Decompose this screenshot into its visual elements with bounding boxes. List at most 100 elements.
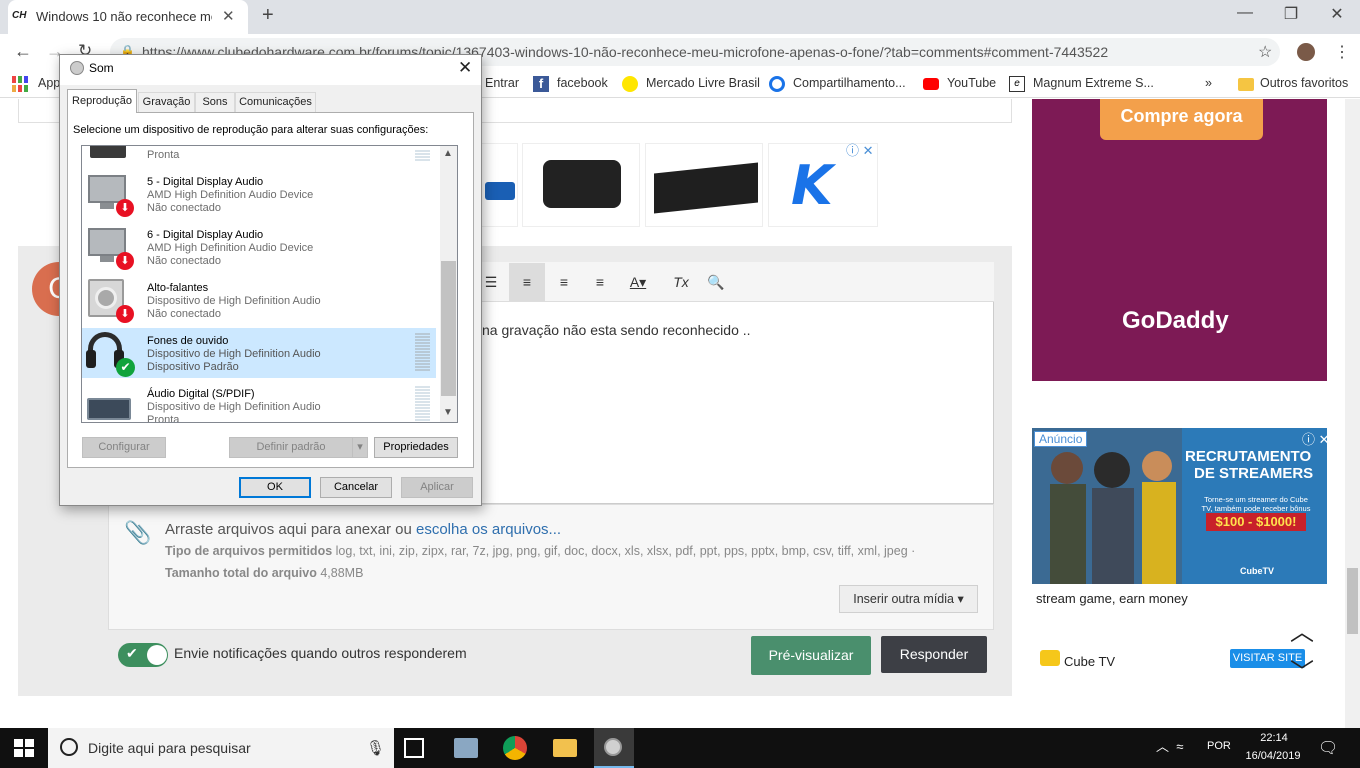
buy-now-button[interactable]: Compre agora: [1100, 99, 1263, 140]
align-right-icon[interactable]: ≡: [582, 274, 618, 290]
insert-media-button[interactable]: Inserir outra mídia ▾: [839, 585, 978, 613]
align-left-icon[interactable]: ≡: [509, 274, 545, 290]
preview-doc-icon[interactable]: 🔍: [698, 274, 734, 291]
more-bookmarks-icon[interactable]: »: [1205, 76, 1212, 90]
page-scrollbar-thumb[interactable]: [1347, 568, 1358, 634]
ad-info-icon[interactable]: ⓘ ✕: [1302, 429, 1330, 448]
new-tab-icon[interactable]: +: [262, 4, 274, 27]
editor-content[interactable]: na gravação não esta sendo reconhecido .…: [482, 322, 751, 338]
facebook-icon: f: [533, 76, 549, 92]
ad-headline-2: DE STREAMERS: [1194, 465, 1314, 482]
allowed-types: Tipo de arquivos permitidos log, txt, in…: [165, 544, 915, 558]
task-manager-icon[interactable]: [454, 738, 478, 758]
configure-button[interactable]: Configurar: [82, 437, 166, 458]
file-explorer-icon[interactable]: [553, 739, 577, 757]
clock-date[interactable]: 16/04/2019: [1240, 750, 1306, 762]
godaddy-ad[interactable]: [1032, 99, 1327, 381]
tab-close-icon[interactable]: ✕: [222, 7, 235, 25]
scroll-up-icon[interactable]: ▲: [443, 148, 453, 159]
ok-button[interactable]: OK: [239, 477, 311, 498]
attach-text: Arraste arquivos aqui para anexar ou: [165, 521, 416, 538]
device-name: 5 - Digital Display Audio: [147, 176, 264, 188]
device-name: 6 - Digital Display Audio: [147, 229, 264, 241]
ad-badge: Anúncio: [1034, 431, 1088, 447]
allowed-types-label: Tipo de arquivos permitidos: [165, 544, 333, 558]
notification-icon[interactable]: 🗨: [1318, 738, 1338, 758]
menu-icon[interactable]: ⋮: [1334, 42, 1350, 62]
microphone-icon[interactable]: 🎙: [366, 739, 385, 757]
arrow-down-icon: ⬇: [116, 305, 134, 323]
notify-label: Envie notificações quando outros respond…: [174, 645, 467, 661]
speaker-icon: [604, 738, 622, 756]
reply-button[interactable]: Responder: [881, 636, 987, 673]
windows-start-icon[interactable]: [14, 739, 34, 757]
bookmark-facebook[interactable]: facebook: [557, 76, 608, 90]
ad-headline-1: RECRUTAMENTO: [1185, 448, 1312, 465]
taskbar-search-placeholder[interactable]: Digite aqui para pesquisar: [88, 740, 251, 756]
total-size-value: 4,88MB: [316, 566, 364, 580]
clear-format-icon[interactable]: Tx: [663, 274, 699, 290]
arrow-down-icon: ⬇: [116, 252, 134, 270]
set-default-button[interactable]: Definir padrão: [229, 437, 353, 458]
bookmark-apps[interactable]: App: [38, 76, 60, 90]
window-close-icon[interactable]: ✕: [1314, 4, 1360, 24]
set-default-dropdown-icon[interactable]: ▾: [352, 437, 368, 458]
ad-brand: CubeTV: [1240, 566, 1275, 576]
scroll-down-icon[interactable]: ▼: [443, 407, 453, 418]
dialog-close-icon[interactable]: ✕: [458, 58, 472, 78]
device-list-scroll-thumb[interactable]: [441, 261, 456, 396]
check-icon: ✔: [116, 358, 135, 377]
bookmark-youtube[interactable]: YouTube: [947, 76, 996, 90]
bookmark-entrar[interactable]: Entrar: [485, 76, 519, 90]
dialog-instruction: Selecione um dispositivo de reprodução p…: [73, 124, 429, 136]
ad-description[interactable]: stream game, earn money: [1036, 591, 1188, 606]
youtube-icon: [923, 78, 939, 90]
magnum-icon: e: [1009, 76, 1025, 92]
choose-files-link[interactable]: escolha os arquivos...: [416, 521, 561, 538]
speaker-icon: [70, 61, 84, 75]
dialog-titlebar[interactable]: [60, 55, 481, 85]
clock-time[interactable]: 22:14: [1244, 732, 1304, 744]
tab-sons[interactable]: Sons: [195, 92, 235, 112]
back-icon[interactable]: ←: [14, 41, 32, 62]
align-center-icon[interactable]: ≡: [546, 274, 582, 290]
tab-reproducao[interactable]: Reprodução: [67, 89, 137, 113]
bookmark-star-icon[interactable]: ☆: [1258, 42, 1272, 62]
preview-button[interactable]: Pré-visualizar: [751, 636, 871, 675]
device-name: Fones de ouvido: [147, 335, 229, 347]
chevron-down-icon[interactable]: ﹀: [1290, 652, 1314, 687]
text-color-icon[interactable]: A▾: [620, 274, 656, 291]
dialog-title: Som: [89, 61, 114, 75]
device-item[interactable]: [82, 146, 436, 166]
task-view-icon[interactable]: [404, 738, 424, 758]
folder-icon: [1238, 78, 1254, 91]
tab-gravacao[interactable]: Gravação: [138, 92, 195, 112]
chevron-up-icon[interactable]: ︿: [1290, 612, 1314, 647]
bookmark-compartilhamento[interactable]: Compartilhamento...: [793, 76, 906, 90]
bookmark-outros-favoritos[interactable]: Outros favoritos: [1260, 76, 1348, 90]
profile-avatar[interactable]: [1297, 43, 1315, 61]
device-driver: AMD High Definition Audio Device: [147, 189, 314, 201]
ad-advertiser[interactable]: Cube TV: [1064, 654, 1115, 669]
product-image-usb[interactable]: [480, 143, 518, 227]
bookmark-mercadolivre[interactable]: Mercado Livre Brasil: [646, 76, 760, 90]
bookmark-magnum[interactable]: Magnum Extreme S...: [1033, 76, 1154, 90]
tab-comunicacoes[interactable]: Comunicações: [235, 92, 316, 112]
device-driver: Dispositivo de High Definition Audio: [147, 295, 321, 307]
ad-info-icon[interactable]: ⓘ ✕: [846, 140, 874, 159]
chrome-icon[interactable]: [503, 736, 527, 760]
cancel-button[interactable]: Cancelar: [320, 477, 392, 498]
minimize-icon[interactable]: —: [1222, 4, 1268, 22]
site-favicon: CH: [12, 10, 27, 21]
properties-button[interactable]: Propriedades: [374, 437, 458, 458]
tray-icons[interactable]: ︿ ≈: [1156, 736, 1183, 755]
product-image-card-reader[interactable]: [645, 143, 763, 227]
language-indicator[interactable]: POR: [1207, 740, 1231, 752]
restore-icon[interactable]: ❐: [1268, 4, 1314, 24]
apps-icon[interactable]: [12, 76, 28, 92]
allowed-types-value: log, txt, ini, zip, zipx, rar, 7z, jpg, …: [332, 544, 916, 558]
ad-prize: $100 - $1000!: [1206, 513, 1306, 531]
device-driver: Dispositivo de High Definition Audio: [147, 348, 321, 360]
apply-button[interactable]: Aplicar: [401, 477, 473, 498]
product-image-usb-hub[interactable]: [522, 143, 640, 227]
